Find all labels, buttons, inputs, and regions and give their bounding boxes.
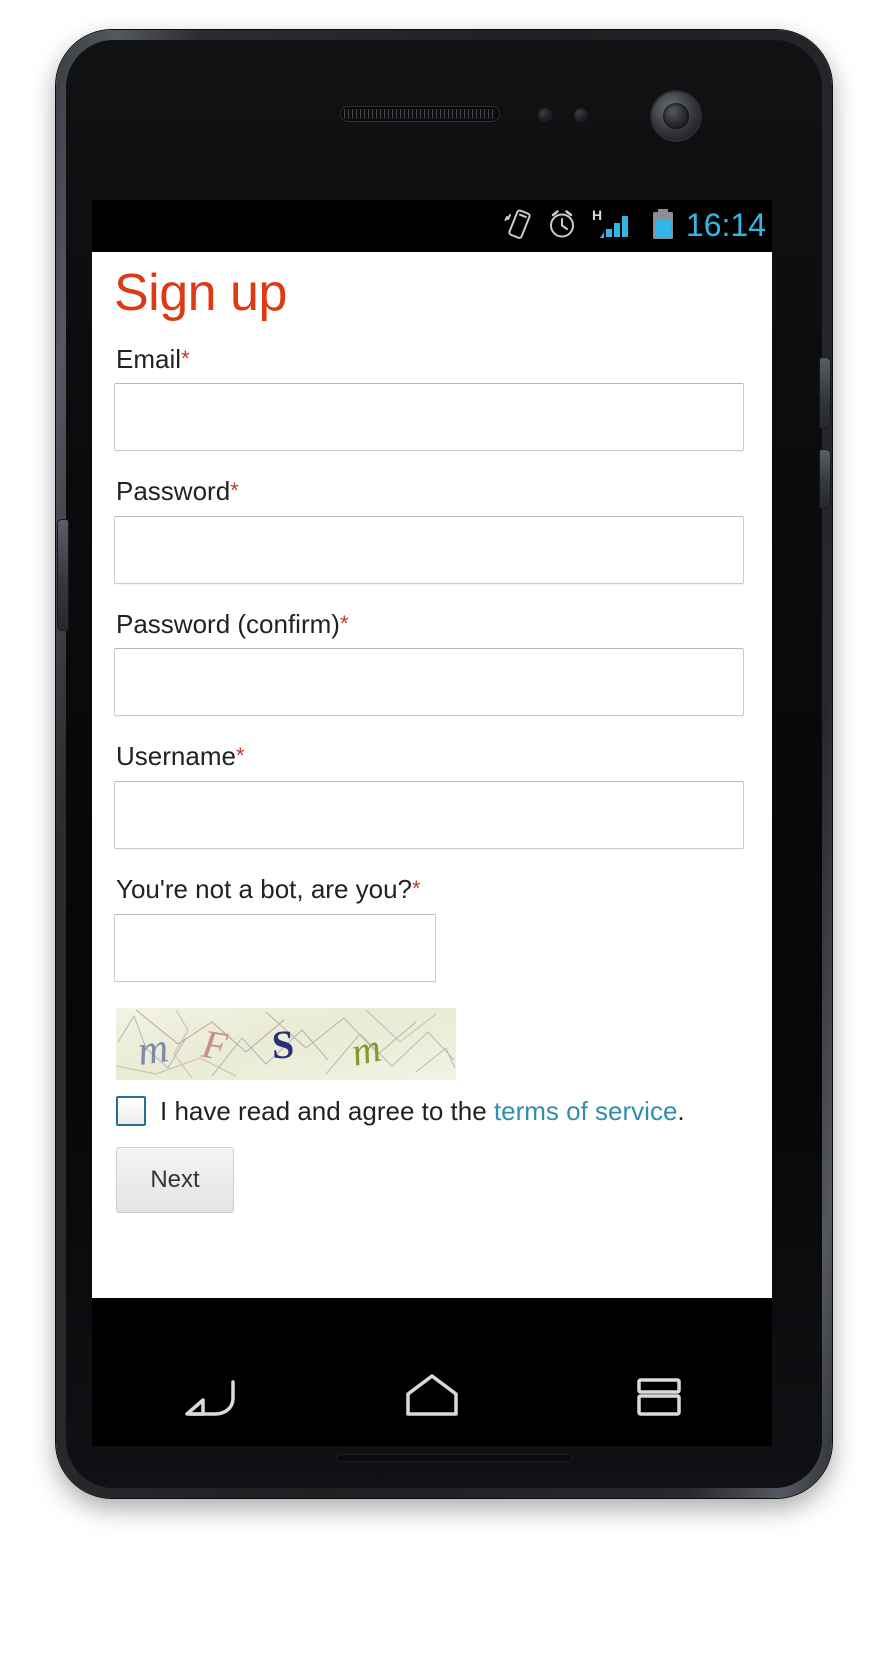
back-arrow-icon	[169, 1370, 241, 1427]
required-marker-username: *	[235, 743, 245, 769]
phone-screen: H 16:14 Sign up Email* Password* Passwor…	[92, 200, 772, 1350]
front-camera-icon	[650, 90, 702, 142]
page-title: Sign up	[114, 264, 287, 322]
alarm-clock-icon	[546, 208, 578, 245]
phone-device-frame: H 16:14 Sign up Email* Password* Passwor…	[56, 30, 832, 1498]
android-navigation-bar	[92, 1350, 772, 1446]
terms-checkbox[interactable]	[116, 1096, 146, 1127]
captcha-image: m F S m	[116, 1007, 456, 1080]
home-button[interactable]	[357, 1350, 507, 1446]
home-icon	[396, 1368, 468, 1429]
required-marker-password-confirm: *	[339, 610, 349, 636]
terms-text-before: I have read and agree to the	[160, 1095, 494, 1126]
proximity-sensor-icon	[538, 108, 552, 122]
label-captcha: You're not a bot, are you?*	[116, 875, 750, 904]
secondary-side-button[interactable]	[820, 450, 830, 508]
password-field[interactable]	[114, 515, 744, 584]
terms-text-after: .	[677, 1095, 685, 1126]
label-email-text: Email	[116, 343, 182, 374]
label-password-text: Password	[116, 476, 231, 507]
light-sensor-icon	[574, 108, 588, 122]
speaker-mesh	[344, 109, 496, 119]
terms-of-service-link[interactable]: terms of service	[494, 1096, 678, 1126]
status-bar-clock: 16:14	[685, 207, 766, 243]
next-button[interactable]: Next	[116, 1146, 234, 1213]
terms-text: I have read and agree to the terms of se…	[160, 1096, 685, 1127]
captcha-answer-field[interactable]	[114, 913, 436, 982]
volume-rocker-button[interactable]	[58, 520, 68, 630]
label-username: Username*	[116, 742, 750, 771]
status-bar-icons: H	[504, 207, 676, 246]
recent-apps-icon	[623, 1368, 695, 1429]
phone-bezel: H 16:14 Sign up Email* Password* Passwor…	[58, 40, 830, 1488]
label-username-text: Username	[116, 741, 236, 772]
svg-text:H: H	[592, 207, 602, 223]
label-password-confirm-text: Password (confirm)	[116, 608, 340, 639]
status-bar: H 16:14	[92, 200, 772, 252]
label-password-confirm: Password (confirm)*	[116, 608, 750, 639]
required-marker-email: *	[181, 345, 190, 371]
signup-form: Sign up Email* Password* Password (confi…	[92, 252, 772, 1213]
earpiece-speaker	[340, 106, 500, 122]
email-field[interactable]	[114, 383, 744, 452]
label-email: Email*	[116, 343, 750, 374]
password-confirm-field[interactable]	[114, 648, 744, 717]
recents-button[interactable]	[584, 1350, 734, 1446]
sensor-row	[66, 90, 822, 152]
battery-icon	[650, 207, 676, 246]
terms-row: I have read and agree to the terms of se…	[116, 1096, 750, 1127]
svg-text:S: S	[271, 1021, 296, 1067]
username-field[interactable]	[114, 780, 744, 849]
signal-bars-icon: H	[590, 207, 638, 246]
required-marker-captcha: *	[412, 875, 421, 901]
vibrate-icon	[504, 207, 534, 246]
label-password: Password*	[116, 477, 750, 506]
captcha-canvas: m F S m	[116, 1007, 456, 1080]
svg-text:m: m	[135, 1025, 171, 1075]
bottom-speaker-grille	[336, 1454, 572, 1462]
camera-lens	[663, 103, 689, 129]
browser-viewport: Sign up Email* Password* Password (confi…	[92, 252, 772, 1298]
required-marker-password: *	[230, 478, 239, 504]
label-captcha-text: You're not a bot, are you?	[116, 873, 413, 904]
power-button[interactable]	[820, 358, 830, 428]
back-button[interactable]	[130, 1350, 280, 1446]
phone-face: H 16:14 Sign up Email* Password* Passwor…	[58, 40, 830, 1488]
